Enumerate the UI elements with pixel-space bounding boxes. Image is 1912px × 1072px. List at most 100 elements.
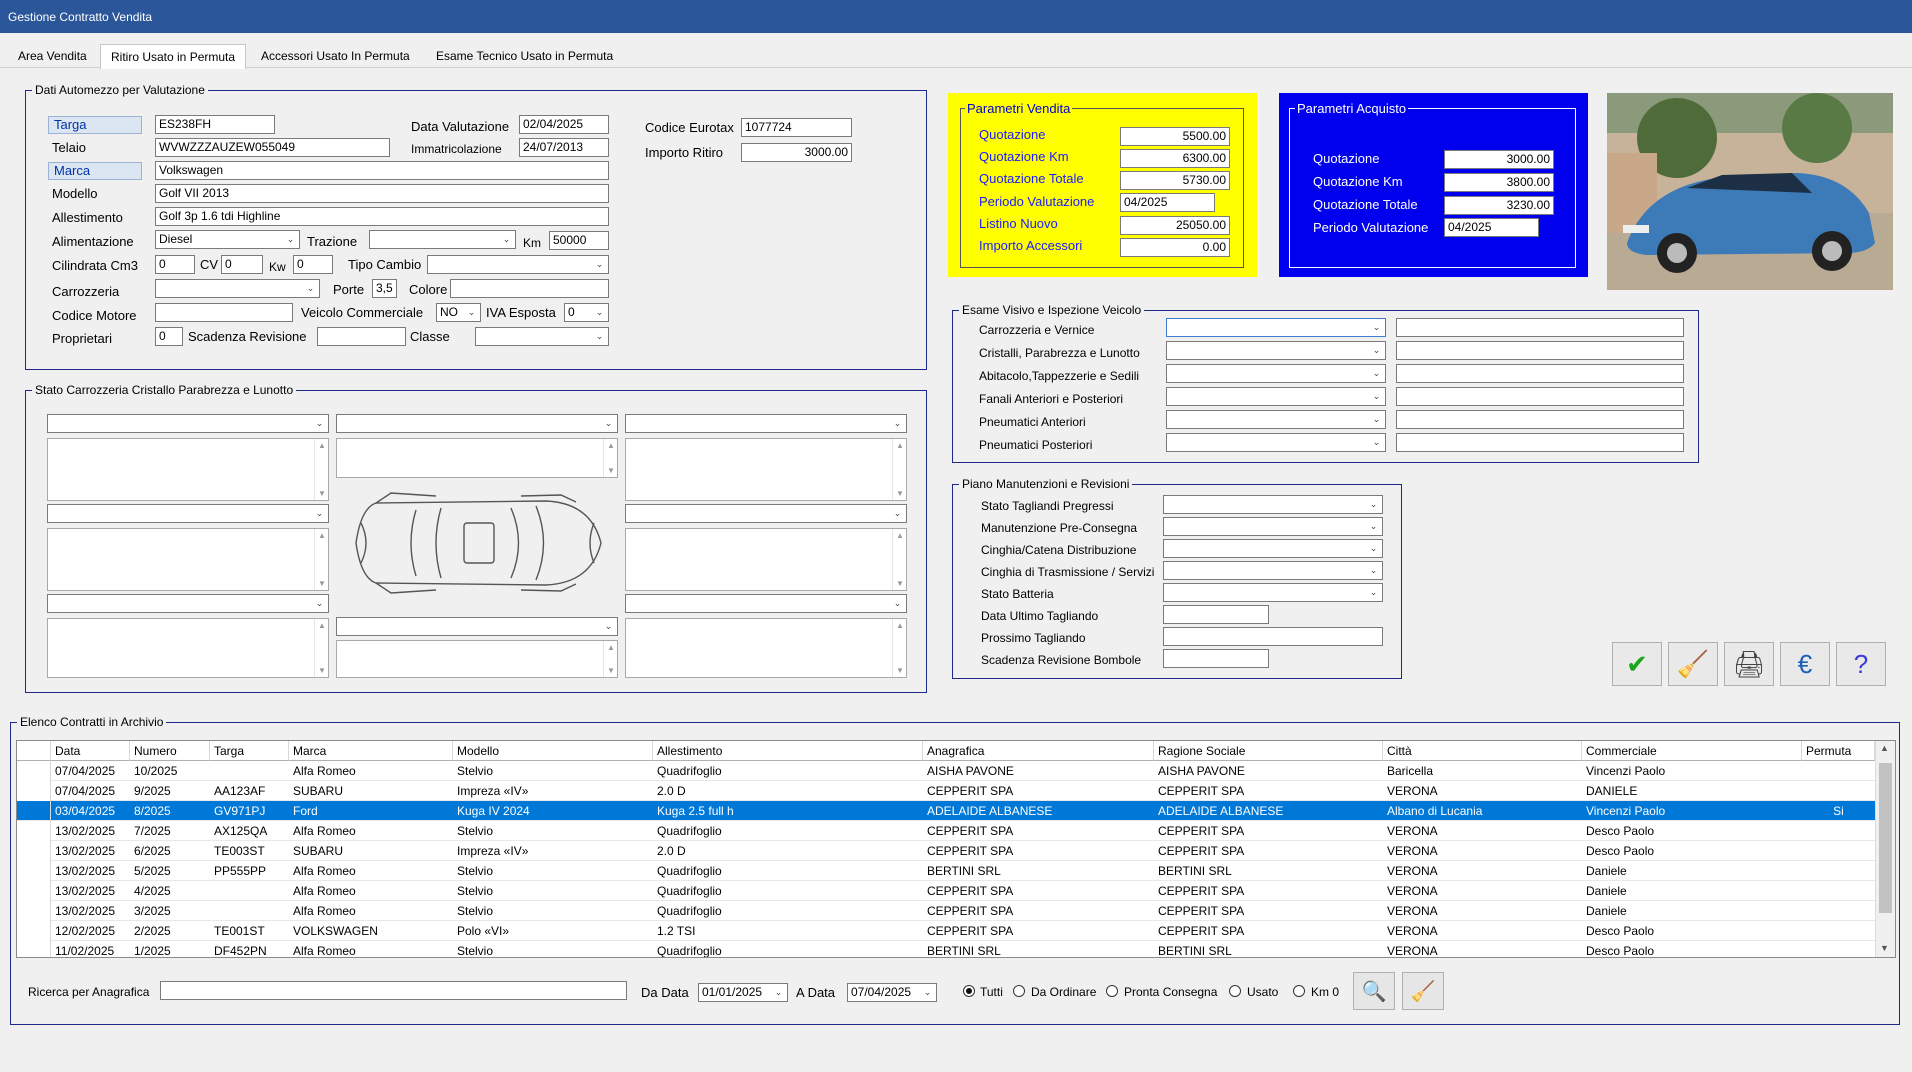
ev-fanali-note[interactable] bbox=[1396, 387, 1684, 406]
filter-pronta-consegna-label[interactable]: Pronta Consegna bbox=[1124, 984, 1217, 1000]
pm-batteria-dropdown[interactable]: ⌄ bbox=[1163, 583, 1383, 602]
right-middle-dropdown[interactable]: ⌄ bbox=[625, 504, 907, 523]
col-marca[interactable]: Marca bbox=[289, 741, 453, 761]
table-row[interactable]: 13/02/2025 5/2025 PP555PP Alfa Romeo Stelvio… bbox=[17, 861, 1875, 881]
left-middle-dropdown[interactable]: ⌄ bbox=[47, 504, 329, 523]
proprietari-field[interactable]: 0 bbox=[155, 327, 183, 346]
pm-preconsegna-dropdown[interactable]: ⌄ bbox=[1163, 517, 1383, 536]
pv-listino-field[interactable]: 25050.00 bbox=[1120, 216, 1230, 235]
ev-pneumatici-posteriori-dropdown[interactable]: ⌄ bbox=[1166, 433, 1386, 452]
ev-cristalli-note[interactable] bbox=[1396, 341, 1684, 360]
pv-quotazione-km-field[interactable]: 6300.00 bbox=[1120, 149, 1230, 168]
contracts-grid[interactable]: Data Numero Targa Marca Modello Allestim… bbox=[16, 740, 1896, 958]
center-bottom-dropdown[interactable]: ⌄ bbox=[336, 617, 618, 636]
pm-trasmissione-dropdown[interactable]: ⌄ bbox=[1163, 561, 1383, 580]
center-top-notes[interactable]: ▲ ▼ bbox=[336, 438, 618, 478]
tab-esame-tecnico[interactable]: Esame Tecnico Usato in Permuta bbox=[426, 44, 623, 68]
tab-area-vendita[interactable]: Area Vendita bbox=[8, 44, 97, 68]
col-ragione-sociale[interactable]: Ragione Sociale bbox=[1154, 741, 1383, 761]
textarea-scrollbar[interactable]: ▲ ▼ bbox=[314, 529, 328, 590]
row-header[interactable] bbox=[17, 801, 51, 821]
row-header[interactable] bbox=[17, 841, 51, 861]
row-header[interactable] bbox=[17, 781, 51, 801]
ev-pneumatici-posteriori-note[interactable] bbox=[1396, 433, 1684, 452]
km-field[interactable]: 50000 bbox=[549, 231, 609, 250]
pa-quotazione-field[interactable]: 3000.00 bbox=[1444, 150, 1554, 169]
ev-pneumatici-anteriori-dropdown[interactable]: ⌄ bbox=[1166, 410, 1386, 429]
trazione-dropdown[interactable]: ⌄ bbox=[369, 230, 516, 249]
pa-quotazione-totale-field[interactable]: 3230.00 bbox=[1444, 196, 1554, 215]
allestimento-field[interactable]: Golf 3p 1.6 tdi Highline bbox=[155, 207, 609, 226]
modello-field[interactable]: Golf VII 2013 bbox=[155, 184, 609, 203]
col-anagrafica[interactable]: Anagrafica bbox=[923, 741, 1154, 761]
help-button[interactable]: ? bbox=[1836, 642, 1886, 686]
left-bottom-dropdown[interactable]: ⌄ bbox=[47, 594, 329, 613]
ev-fanali-dropdown[interactable]: ⌄ bbox=[1166, 387, 1386, 406]
textarea-scrollbar[interactable]: ▲ ▼ bbox=[603, 641, 617, 677]
table-row[interactable]: 07/04/2025 10/2025 Alfa Romeo Stelvio Quadri… bbox=[17, 761, 1875, 781]
pv-quotazione-field[interactable]: 5500.00 bbox=[1120, 127, 1230, 146]
col-modello[interactable]: Modello bbox=[453, 741, 653, 761]
print-button[interactable]: 🖨 bbox=[1724, 642, 1774, 686]
col-commerciale[interactable]: Commerciale bbox=[1582, 741, 1802, 761]
ev-pneumatici-anteriori-note[interactable] bbox=[1396, 410, 1684, 429]
a-data-picker[interactable]: 07/04/2025 ⌄ bbox=[847, 983, 937, 1002]
filter-da-ordinare-radio[interactable] bbox=[1013, 985, 1025, 997]
tab-ritiro-usato[interactable]: Ritiro Usato in Permuta bbox=[100, 44, 247, 69]
row-header[interactable] bbox=[17, 941, 51, 957]
search-button[interactable]: 🔍 bbox=[1353, 972, 1395, 1010]
table-row[interactable]: 03/04/2025 8/2025 GV971PJ Ford Kuga IV 2024 K… bbox=[17, 801, 1875, 821]
left-top-dropdown[interactable]: ⌄ bbox=[47, 414, 329, 433]
row-header[interactable] bbox=[17, 821, 51, 841]
ev-cristalli-dropdown[interactable]: ⌄ bbox=[1166, 341, 1386, 360]
immatricolazione-field[interactable]: 24/07/2013 bbox=[519, 138, 609, 157]
ev-abitacolo-note[interactable] bbox=[1396, 364, 1684, 383]
telaio-field[interactable]: WVWZZZAUZEW055049 bbox=[155, 138, 390, 157]
clear-button[interactable]: 🧹 bbox=[1668, 642, 1718, 686]
codice-motore-field[interactable] bbox=[155, 303, 293, 322]
textarea-scrollbar[interactable]: ▲ ▼ bbox=[892, 619, 906, 677]
data-valutazione-field[interactable]: 02/04/2025 bbox=[519, 115, 609, 134]
iva-esposta-dropdown[interactable]: 0 ⌄ bbox=[564, 303, 609, 322]
ricerca-input[interactable] bbox=[160, 981, 627, 1000]
row-header[interactable] bbox=[17, 881, 51, 901]
ev-carrozzeria-dropdown[interactable]: ⌄ bbox=[1166, 318, 1386, 337]
da-data-picker[interactable]: 01/01/2025 ⌄ bbox=[698, 983, 788, 1002]
pa-quotazione-km-field[interactable]: 3800.00 bbox=[1444, 173, 1554, 192]
pv-accessori-field[interactable]: 0.00 bbox=[1120, 238, 1230, 257]
right-top-notes[interactable]: ▲ ▼ bbox=[625, 438, 907, 501]
textarea-scrollbar[interactable]: ▲ ▼ bbox=[892, 439, 906, 500]
pm-tagliandi-dropdown[interactable]: ⌄ bbox=[1163, 495, 1383, 514]
center-top-dropdown[interactable]: ⌄ bbox=[336, 414, 618, 433]
pa-periodo-field[interactable]: 04/2025 bbox=[1444, 218, 1539, 237]
filter-pronta-consegna-radio[interactable] bbox=[1106, 985, 1118, 997]
currency-button[interactable]: € bbox=[1780, 642, 1830, 686]
row-header[interactable] bbox=[17, 921, 51, 941]
scroll-down-icon[interactable]: ▼ bbox=[1880, 943, 1889, 953]
table-row[interactable]: 13/02/2025 4/2025 Alfa Romeo Stelvio Quadrif… bbox=[17, 881, 1875, 901]
col-numero[interactable]: Numero bbox=[130, 741, 210, 761]
kw-field[interactable]: 0 bbox=[293, 255, 333, 274]
table-row[interactable]: 11/02/2025 1/2025 DF452PN Alfa Romeo Stelvio… bbox=[17, 941, 1875, 957]
row-header[interactable] bbox=[17, 901, 51, 921]
row-header[interactable] bbox=[17, 761, 51, 781]
search-clear-button[interactable]: 🧹 bbox=[1402, 972, 1444, 1010]
marca-field[interactable]: Volkswagen bbox=[155, 161, 609, 180]
left-top-notes[interactable]: ▲ ▼ bbox=[47, 438, 329, 501]
table-row[interactable]: 07/04/2025 9/2025 AA123AF SUBARU Impreza «IV… bbox=[17, 781, 1875, 801]
left-middle-notes[interactable]: ▲ ▼ bbox=[47, 528, 329, 591]
carrozzeria-dropdown[interactable]: ⌄ bbox=[155, 279, 320, 298]
marca-label[interactable]: Marca bbox=[48, 162, 142, 180]
left-bottom-notes[interactable]: ▲ ▼ bbox=[47, 618, 329, 678]
table-row[interactable]: 13/02/2025 3/2025 Alfa Romeo Stelvio Quadrif… bbox=[17, 901, 1875, 921]
col-allestimento[interactable]: Allestimento bbox=[653, 741, 923, 761]
row-header[interactable] bbox=[17, 861, 51, 881]
textarea-scrollbar[interactable]: ▲ ▼ bbox=[314, 619, 328, 677]
table-row[interactable]: 13/02/2025 7/2025 AX125QA Alfa Romeo Stelvio… bbox=[17, 821, 1875, 841]
right-middle-notes[interactable]: ▲ ▼ bbox=[625, 528, 907, 591]
table-row[interactable]: 12/02/2025 2/2025 TE001ST VOLKSWAGEN Polo «V… bbox=[17, 921, 1875, 941]
pm-prossimo-tagliando-field[interactable] bbox=[1163, 627, 1383, 646]
ev-abitacolo-dropdown[interactable]: ⌄ bbox=[1166, 364, 1386, 383]
center-bottom-notes[interactable]: ▲ ▼ bbox=[336, 640, 618, 678]
filter-usato-label[interactable]: Usato bbox=[1247, 984, 1278, 1000]
